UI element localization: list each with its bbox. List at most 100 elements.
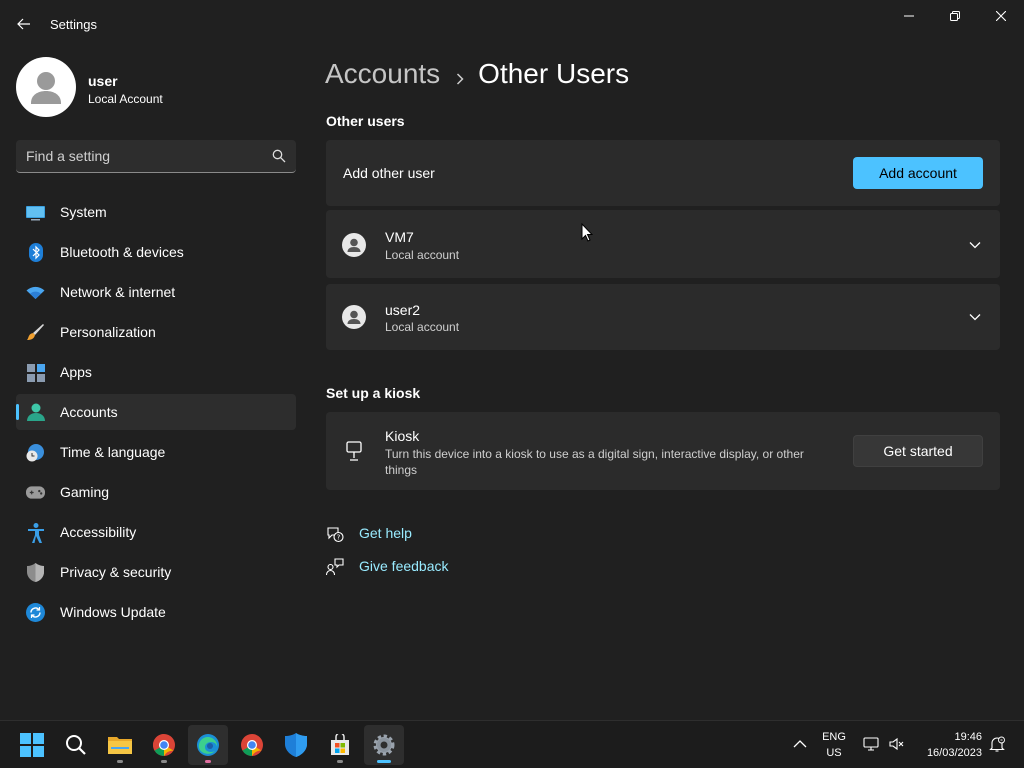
sidebar-item-bluetooth[interactable]: Bluetooth & devices [16, 234, 296, 270]
sidebar-item-label: Gaming [60, 484, 110, 500]
notification-icon[interactable] [989, 736, 1005, 752]
kiosk-title: Kiosk [385, 428, 420, 444]
language-indicator[interactable]: ENG [818, 731, 850, 743]
chevron-down-icon[interactable] [968, 238, 982, 252]
store-icon [331, 734, 349, 755]
back-button[interactable] [10, 10, 38, 38]
restore-icon [950, 11, 960, 21]
title-bar: Settings [0, 0, 1024, 48]
running-indicator [117, 760, 123, 763]
sidebar-item-label: Apps [60, 364, 92, 380]
sidebar-item-privacy-security[interactable]: Privacy & security [16, 554, 296, 590]
apps-icon [26, 363, 45, 382]
minimize-button[interactable] [886, 0, 932, 32]
kiosk-icon [346, 441, 362, 461]
running-indicator [337, 760, 343, 763]
taskbar: ENG US 19:46 16/03/2023 [0, 720, 1024, 768]
sidebar-item-label: Personalization [60, 324, 156, 340]
app-title: Settings [50, 17, 97, 32]
restore-button[interactable] [932, 0, 978, 32]
file-explorer-icon [108, 737, 132, 754]
sidebar-item-label: Network & internet [60, 284, 176, 300]
running-indicator [205, 760, 211, 763]
sidebar-item-personalization[interactable]: Personalization [16, 314, 296, 350]
taskbar-settings[interactable] [364, 725, 404, 765]
taskbar-chrome-2[interactable] [232, 725, 272, 765]
sidebar-item-time-language[interactable]: Time & language [16, 434, 296, 470]
page-title: Other Users [478, 58, 630, 89]
bluetooth-icon [26, 243, 45, 262]
clock-time[interactable]: 19:46 [918, 731, 982, 743]
breadcrumb-parent[interactable]: Accounts [325, 58, 440, 89]
other-users-heading: Other users [326, 113, 405, 129]
get-help-text[interactable]: Get help [359, 525, 412, 541]
clock-globe-icon [26, 443, 45, 462]
kiosk-card: Kiosk Turn this device into a kiosk to u… [326, 412, 1000, 490]
start-button[interactable] [12, 725, 52, 765]
add-user-card: Add other user Add account [326, 140, 1000, 206]
back-arrow-icon [17, 18, 30, 30]
kiosk-description: Turn this device into a kiosk to use as … [385, 447, 804, 477]
user-name: VM7 [385, 229, 414, 245]
running-indicator [377, 760, 391, 763]
settings-icon [373, 734, 395, 756]
chevron-down-icon[interactable] [968, 310, 982, 324]
profile-name: user [88, 73, 118, 89]
region-indicator[interactable]: US [818, 747, 850, 759]
sidebar-item-system[interactable]: System [16, 194, 296, 230]
chevron-up-icon[interactable] [793, 739, 807, 749]
accounts-icon [26, 403, 45, 422]
search-input[interactable] [26, 140, 266, 172]
chrome-icon [153, 734, 175, 756]
close-icon [996, 11, 1006, 21]
clock-date[interactable]: 16/03/2023 [918, 747, 982, 759]
sidebar-item-network[interactable]: Network & internet [16, 274, 296, 310]
sidebar-item-gaming[interactable]: Gaming [16, 474, 296, 510]
breadcrumb: Accounts Other Users [325, 58, 629, 92]
taskbar-defender[interactable] [276, 725, 316, 765]
defender-icon [285, 733, 307, 757]
chrome-icon [241, 734, 263, 756]
system-icon [26, 203, 45, 222]
user-account-type: Local account [385, 320, 460, 334]
taskbar-search-button[interactable] [56, 725, 96, 765]
volume-muted-icon[interactable] [889, 737, 905, 751]
feedback-icon [326, 558, 344, 576]
add-account-button[interactable]: Add account [853, 157, 983, 189]
taskbar-file-explorer[interactable] [100, 725, 140, 765]
sidebar-item-accessibility[interactable]: Accessibility [16, 514, 296, 550]
sidebar-item-windows-update[interactable]: Windows Update [16, 594, 296, 630]
search-icon [272, 149, 286, 163]
taskbar-edge[interactable] [188, 725, 228, 765]
user-name: user2 [385, 302, 421, 318]
shield-icon [26, 563, 45, 582]
sidebar-nav: System Bluetooth & devices Network & int… [16, 194, 296, 634]
person-icon [347, 310, 361, 324]
sidebar-item-apps[interactable]: Apps [16, 354, 296, 390]
wifi-icon [26, 283, 45, 302]
avatar [16, 57, 76, 117]
person-icon [31, 72, 61, 104]
edge-icon [197, 734, 219, 756]
give-feedback-text[interactable]: Give feedback [359, 558, 449, 574]
sidebar-item-label: Bluetooth & devices [60, 244, 184, 260]
sidebar-item-label: Accounts [60, 404, 118, 420]
get-started-button[interactable]: Get started [853, 435, 983, 467]
svg-text:?: ? [337, 534, 341, 542]
running-indicator [161, 760, 167, 763]
taskbar-chrome[interactable] [144, 725, 184, 765]
search-box[interactable] [16, 140, 296, 173]
gamepad-icon [26, 483, 45, 502]
sidebar-item-label: Windows Update [60, 604, 166, 620]
brush-icon [26, 323, 45, 342]
user-card-user2[interactable]: user2 Local account [326, 284, 1000, 350]
kiosk-heading: Set up a kiosk [326, 385, 421, 401]
avatar [342, 233, 366, 257]
taskbar-store[interactable] [320, 725, 360, 765]
close-button[interactable] [978, 0, 1024, 32]
accessibility-icon [26, 522, 45, 543]
update-icon [26, 603, 45, 622]
sidebar-item-accounts[interactable]: Accounts [16, 394, 296, 430]
network-icon[interactable] [863, 737, 879, 751]
user-card-vm7[interactable]: VM7 Local account [326, 210, 1000, 278]
